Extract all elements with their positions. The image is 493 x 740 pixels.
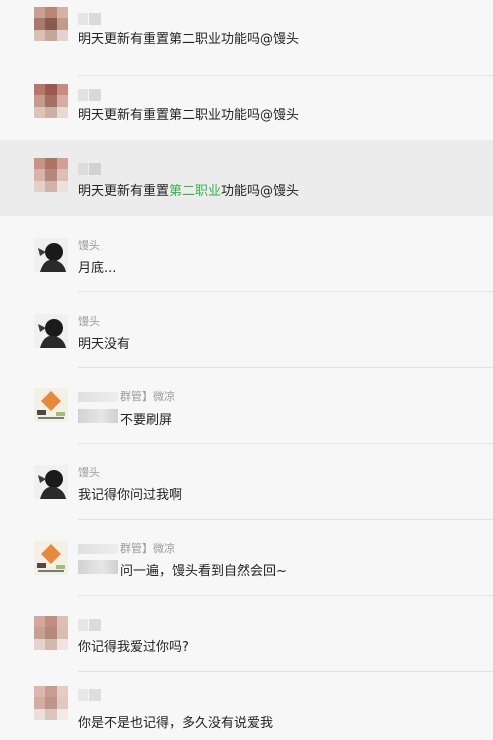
- avatar-mosaic: [34, 84, 68, 118]
- message-text: 不要刷屏: [120, 413, 173, 428]
- avatar[interactable]: [34, 158, 68, 192]
- sender-name-blurred: [78, 392, 118, 402]
- message-text: 明天没有: [78, 337, 131, 352]
- avatar-silhouette: [34, 465, 68, 499]
- avatar[interactable]: [34, 7, 68, 41]
- sender-name-blurred: [78, 616, 102, 631]
- sender-name: 馒头: [78, 315, 100, 328]
- message-text: 明天更新有重置第二职业功能吗@馒头: [78, 32, 300, 47]
- message-prefix-blurred: [78, 560, 118, 574]
- message-prefix-blurred: [78, 409, 118, 423]
- avatar-silhouette: [34, 238, 68, 272]
- avatar[interactable]: [34, 84, 68, 118]
- sender-name: 馒头: [78, 466, 100, 479]
- sender-name-blurred: [78, 686, 102, 701]
- sender-name: 馒头: [78, 239, 100, 252]
- avatar[interactable]: [34, 686, 68, 720]
- message-row[interactable]: 明天更新有重置第二职业功能吗@馒头: [0, 0, 493, 76]
- highlighted-keyword: 第二职业: [169, 184, 222, 199]
- message-text: 问一遍，馒头看到自然会回~: [120, 564, 287, 579]
- message-text: 明天更新有重置第二职业功能吗@馒头: [78, 184, 300, 199]
- avatar-mosaic: [34, 686, 68, 720]
- sender-name-blurred: [78, 544, 118, 554]
- avatar[interactable]: [34, 238, 68, 272]
- message-text: 你记得我爱过你吗?: [78, 640, 189, 655]
- avatar-silhouette: [34, 314, 68, 348]
- message-row[interactable]: 群管】微凉 不要刷屏: [0, 368, 493, 444]
- sender-name: 群管】微凉: [78, 388, 175, 404]
- avatar[interactable]: [34, 314, 68, 348]
- message-text: 明天更新有重置第二职业功能吗@馒头: [78, 108, 300, 123]
- logo-avatar: [34, 388, 68, 422]
- message-row[interactable]: 你是不是也记得，多久没有说爱我: [0, 672, 493, 740]
- message-row[interactable]: 你记得我爱过你吗?: [0, 596, 493, 672]
- message-row[interactable]: 馒头 明天没有: [0, 292, 493, 368]
- sender-name-blurred: [78, 86, 102, 101]
- sender-name: 群管】微凉: [78, 540, 175, 556]
- chat-message-list: 明天更新有重置第二职业功能吗@馒头 明天更新有重置第二职业功能吗@馒头 明天更新…: [0, 0, 493, 740]
- avatar[interactable]: [34, 616, 68, 650]
- message-text: 月底...: [78, 261, 117, 276]
- message-text: 你是不是也记得，多久没有说爱我: [78, 716, 274, 731]
- avatar[interactable]: [34, 388, 68, 422]
- message-row[interactable]: 馒头 我记得你问过我啊: [0, 444, 493, 520]
- message-row[interactable]: 群管】微凉 问一遍，馒头看到自然会回~: [0, 520, 493, 596]
- avatar[interactable]: [34, 465, 68, 499]
- message-text: 我记得你问过我啊: [78, 488, 183, 503]
- avatar-mosaic: [34, 158, 68, 192]
- sender-name-blurred: [78, 160, 102, 175]
- avatar-mosaic: [34, 616, 68, 650]
- avatar[interactable]: [34, 541, 68, 575]
- avatar-mosaic: [34, 7, 68, 41]
- message-row-selected[interactable]: 明天更新有重置第二职业功能吗@馒头: [0, 140, 493, 216]
- sender-name-blurred: [78, 10, 102, 25]
- message-row[interactable]: 馒头 月底...: [0, 216, 493, 292]
- logo-avatar: [34, 541, 68, 575]
